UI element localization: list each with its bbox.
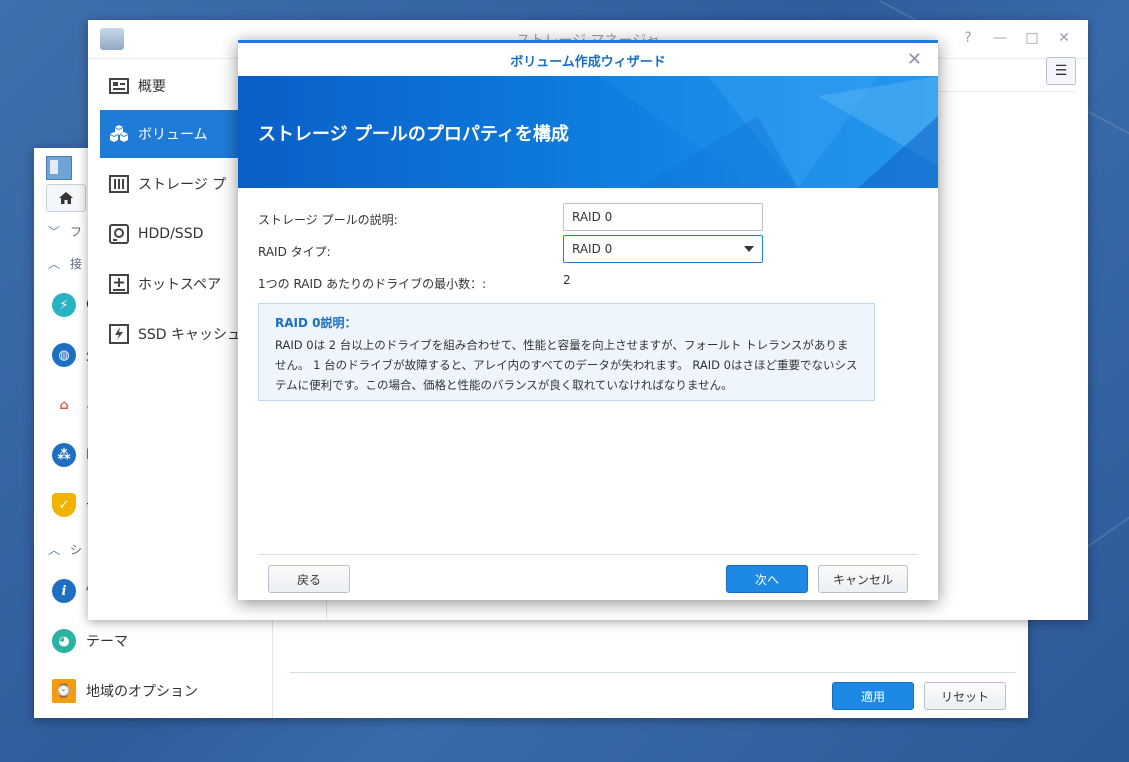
sidebar-item-label: 概要 (138, 79, 166, 95)
next-button[interactable]: 次へ (726, 565, 808, 593)
raid-info-box: RAID 0説明： RAID 0は 2 台以上のドライブを組み合わせて、性能と容… (258, 303, 875, 401)
cp-item-regional[interactable]: ⌚ 地域のオプション (52, 679, 198, 703)
maximize-icon[interactable]: □ (1024, 30, 1040, 46)
storage-pool-icon (108, 173, 130, 195)
cp-section-1[interactable]: ﹀ フ (48, 223, 82, 240)
raid-info-body: RAID 0は 2 台以上のドライブを組み合わせて、性能と容量を向上させますが、… (275, 338, 858, 392)
cp-item-label: テーマ (86, 634, 128, 650)
volume-creation-wizard: ボリューム作成ウィザード ✕ ストレージ プールのプロパティを構成 ストレージ … (238, 40, 938, 600)
regional-options-icon: ⌚ (52, 679, 76, 703)
cp-item-theme[interactable]: ◕ テーマ (52, 629, 128, 653)
close-icon[interactable]: ✕ (1056, 30, 1072, 46)
sort-button[interactable]: ☰ (1046, 57, 1076, 85)
pool-description-label: ストレージ プールの説明: (258, 213, 398, 227)
back-button[interactable]: 戻る (268, 565, 350, 593)
pool-description-input[interactable] (563, 203, 763, 231)
network-home-icon: ⌂ (52, 393, 76, 417)
overview-icon (108, 75, 130, 97)
cp-section-label: シ (70, 543, 83, 557)
cp-section-3[interactable]: ︿ シ (48, 541, 82, 558)
banner-title: ストレージ プールのプロパティを構成 (258, 124, 569, 145)
min-drives-label: 1つの RAID あたりのドライブの最小数：: (258, 277, 487, 291)
sidebar-item-label: ホットスペア (138, 277, 222, 293)
sidebar-item-label: ボリューム (138, 127, 208, 143)
close-icon[interactable]: ✕ (907, 49, 922, 70)
wizard-banner: ストレージ プールのプロパティを構成 (238, 76, 938, 188)
quickconnect-icon: ⚡ (52, 293, 76, 317)
chevron-down-icon: ﹀ (48, 225, 61, 239)
minimize-icon[interactable]: — (992, 30, 1008, 46)
cp-item-label: 地域のオプション (86, 684, 198, 700)
sidebar-item-label: SSD キャッシュ (138, 327, 242, 343)
raid-info-title: RAID 0説明： (275, 316, 357, 330)
globe-icon: ◍ (52, 343, 76, 367)
dhcp-icon: ⁂ (52, 443, 76, 467)
raid-type-value: RAID 0 (572, 242, 613, 256)
cp-section-label: 接 (70, 257, 83, 271)
theme-palette-icon: ◕ (52, 629, 76, 653)
sort-icon: ☰ (1054, 63, 1068, 79)
cancel-button[interactable]: キャンセル (818, 565, 908, 593)
reset-button[interactable]: リセット (924, 682, 1006, 710)
home-icon (59, 192, 73, 204)
info-icon: i (52, 579, 76, 603)
hot-spare-icon (108, 273, 130, 295)
security-shield-icon: ✓ (52, 493, 76, 517)
sidebar-item-label: HDD/SSD (138, 226, 204, 242)
dropdown-arrow-icon (744, 246, 754, 252)
cp-section-2[interactable]: ︿ 接 (48, 255, 82, 272)
help-icon[interactable]: ? (960, 30, 976, 46)
apply-button[interactable]: 適用 (832, 682, 914, 710)
raid-type-select[interactable]: RAID 0 (563, 235, 763, 263)
volume-cubes-icon (108, 123, 130, 145)
ssd-cache-icon (108, 323, 130, 345)
divider (290, 672, 1016, 673)
chevron-up-icon: ︿ (48, 257, 61, 271)
cp-section-label: フ (70, 225, 83, 239)
chevron-up-icon: ︿ (48, 543, 61, 557)
divider (258, 554, 918, 555)
control-panel-app-icon (46, 156, 72, 180)
hdd-icon (108, 223, 130, 245)
min-drives-value: 2 (563, 273, 571, 287)
sidebar-item-label: ストレージ プ (138, 177, 227, 193)
wizard-title: ボリューム作成ウィザード (510, 55, 666, 70)
raid-type-label: RAID タイプ: (258, 245, 331, 259)
home-button[interactable] (46, 184, 86, 212)
